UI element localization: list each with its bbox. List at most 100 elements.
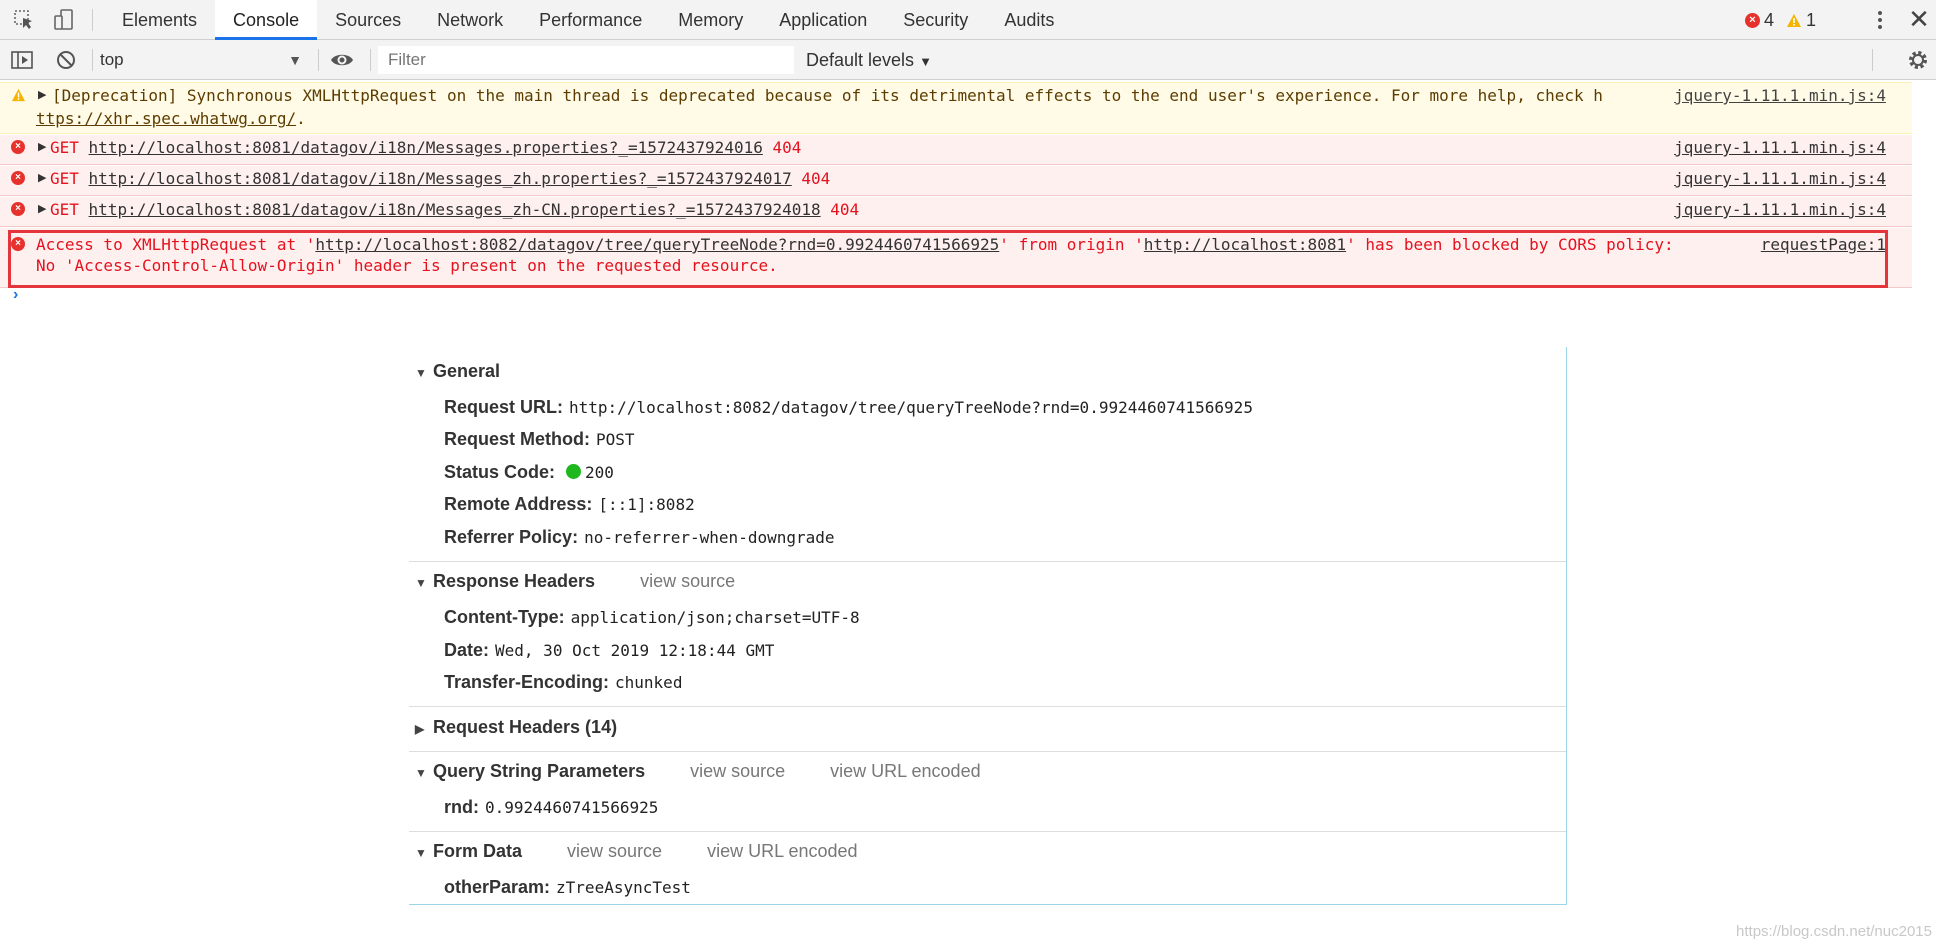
message-text: GET http://localhost:8081/datagov/i18n/M… <box>50 138 801 158</box>
highlight-box <box>8 230 1888 288</box>
section-title: General <box>433 361 501 381</box>
source-link[interactable]: jquery-1.11.1.min.js:4 <box>1674 86 1886 106</box>
toolbar-separator <box>370 49 371 71</box>
tab-memory[interactable]: Memory <box>660 0 761 40</box>
console-prompt-icon[interactable]: › <box>13 286 18 304</box>
toolbar-separator <box>318 49 319 71</box>
collapse-triangle-icon: ▼ <box>415 846 427 860</box>
header-value: [::1]:8082 <box>598 495 695 514</box>
tab-security[interactable]: Security <box>885 0 986 40</box>
message-text: GET http://localhost:8081/datagov/i18n/M… <box>50 200 859 220</box>
devtools-tab-bar: Elements Console Sources Network Perform… <box>0 0 1936 40</box>
filter-input[interactable] <box>378 46 794 74</box>
header-value: chunked <box>615 673 683 692</box>
header-key: Request URL: <box>444 397 564 417</box>
collapse-triangle-icon: ▼ <box>415 366 427 380</box>
console-message-error: × ▶ GET http://localhost:8081/datagov/i1… <box>0 135 1912 165</box>
expand-triangle-icon[interactable]: ▶ <box>38 137 46 157</box>
tab-application[interactable]: Application <box>761 0 885 40</box>
request-url-link[interactable]: http://localhost:8081/datagov/i18n/Messa… <box>89 138 763 157</box>
warning-count-icon <box>1786 13 1801 27</box>
console-toolbar: top ▼ Default levels ▼ <box>0 40 1936 80</box>
section-query-string[interactable]: ▼ Query String Parameters view source vie… <box>415 761 981 782</box>
header-key: Remote Address: <box>444 494 593 514</box>
message-text: [Deprecation] Synchronous XMLHttpRequest… <box>52 86 1652 106</box>
warning-icon <box>11 88 26 102</box>
dropdown-arrow-icon: ▼ <box>288 52 302 68</box>
view-url-encoded-link[interactable]: view URL encoded <box>707 841 857 861</box>
status: 404 <box>830 200 860 219</box>
expand-triangle-icon[interactable]: ▶ <box>38 85 46 105</box>
expand-triangle-icon: ▶ <box>415 722 425 736</box>
header-value: application/json;charset=UTF-8 <box>570 608 860 627</box>
tab-audits[interactable]: Audits <box>986 0 1072 40</box>
tab-sources[interactable]: Sources <box>317 0 419 40</box>
form-value: zTreeAsyncTest <box>556 878 691 897</box>
context-value: top <box>100 50 124 69</box>
status: 404 <box>772 138 802 157</box>
section-divider <box>409 751 1566 752</box>
clear-console-icon[interactable] <box>54 48 78 72</box>
header-row: Transfer-Encoding: chunked <box>444 672 682 693</box>
request-url-link[interactable]: http://localhost:8081/datagov/i18n/Messa… <box>89 200 821 219</box>
error-count: 4 <box>1763 9 1774 30</box>
xhr-spec-link[interactable]: ttps://xhr.spec.whatwg.org/ <box>36 109 296 128</box>
view-url-encoded-link[interactable]: view URL encoded <box>830 761 980 781</box>
method: GET <box>50 169 79 188</box>
console-message-error: × ▶ GET http://localhost:8081/datagov/i1… <box>0 166 1912 196</box>
header-value: http://localhost:8082/datagov/tree/query… <box>569 398 1253 417</box>
show-sidebar-icon[interactable] <box>10 48 34 72</box>
issue-counts[interactable]: × 4 1 <box>1744 0 1816 40</box>
message-text-line2: ttps://xhr.spec.whatwg.org/. <box>36 109 306 129</box>
context-selector[interactable]: top ▼ <box>100 48 306 72</box>
console-message-error: × ▶ GET http://localhost:8081/datagov/i1… <box>0 197 1912 227</box>
tab-network[interactable]: Network <box>419 0 521 40</box>
console-settings-gear-icon[interactable] <box>1906 48 1930 72</box>
log-levels-dropdown[interactable]: Default levels ▼ <box>806 40 932 80</box>
section-divider <box>409 831 1566 832</box>
text-suffix: . <box>296 109 306 128</box>
expand-triangle-icon[interactable]: ▶ <box>38 168 46 188</box>
more-options-icon[interactable] <box>1868 8 1892 32</box>
section-title: Form Data <box>433 841 523 861</box>
warning-text: [Deprecation] Synchronous XMLHttpRequest… <box>52 86 1603 105</box>
section-title: Query String Parameters <box>433 761 646 781</box>
live-expression-eye-icon[interactable] <box>330 48 354 72</box>
param-key: rnd: <box>444 797 479 817</box>
header-key: Status Code: <box>444 462 556 482</box>
expand-triangle-icon[interactable]: ▶ <box>38 199 46 219</box>
header-row: Date: Wed, 30 Oct 2019 12:18:44 GMT <box>444 640 774 661</box>
collapse-triangle-icon: ▼ <box>415 766 427 780</box>
header-key: Referrer Policy: <box>444 527 579 547</box>
section-form-data[interactable]: ▼ Form Data view source view URL encoded <box>415 841 858 862</box>
header-key: Request Method: <box>444 429 590 449</box>
close-devtools-icon[interactable]: ✕ <box>1906 6 1932 32</box>
console-message-warning: ▶ [Deprecation] Synchronous XMLHttpReque… <box>0 82 1912 134</box>
error-icon: × <box>11 202 25 216</box>
header-key: Content-Type: <box>444 607 565 627</box>
section-general[interactable]: ▼ General <box>415 361 500 382</box>
inspect-element-icon[interactable] <box>12 8 36 32</box>
tab-elements[interactable]: Elements <box>104 0 215 40</box>
request-url-link[interactable]: http://localhost:8081/datagov/i18n/Messa… <box>89 169 792 188</box>
section-response-headers[interactable]: ▼ Response Headers view source <box>415 571 735 592</box>
tab-performance[interactable]: Performance <box>521 0 660 40</box>
status-ok-dot-icon <box>566 464 582 479</box>
source-link[interactable]: jquery-1.11.1.min.js:4 <box>1674 200 1886 220</box>
toolbar-separator <box>92 9 93 31</box>
view-source-link[interactable]: view source <box>640 571 735 591</box>
query-param-row: rnd: 0.9924460741566925 <box>444 797 658 818</box>
tab-console[interactable]: Console <box>215 0 318 40</box>
view-source-link[interactable]: view source <box>567 841 662 861</box>
section-request-headers[interactable]: ▶ Request Headers (14) <box>415 717 617 738</box>
source-link[interactable]: jquery-1.11.1.min.js:4 <box>1674 138 1886 158</box>
header-row: Request URL: http://localhost:8082/datago… <box>444 397 1253 418</box>
collapse-triangle-icon: ▼ <box>415 576 427 590</box>
error-icon: × <box>11 140 25 154</box>
source-link[interactable]: jquery-1.11.1.min.js:4 <box>1674 169 1886 189</box>
log-levels-label: Default levels <box>806 50 915 70</box>
device-toolbar-icon[interactable] <box>52 8 76 32</box>
watermark: https://blog.csdn.net/nuc2015 <box>1736 923 1932 940</box>
status-code: 200 <box>585 463 614 482</box>
view-source-link[interactable]: view source <box>690 761 785 781</box>
